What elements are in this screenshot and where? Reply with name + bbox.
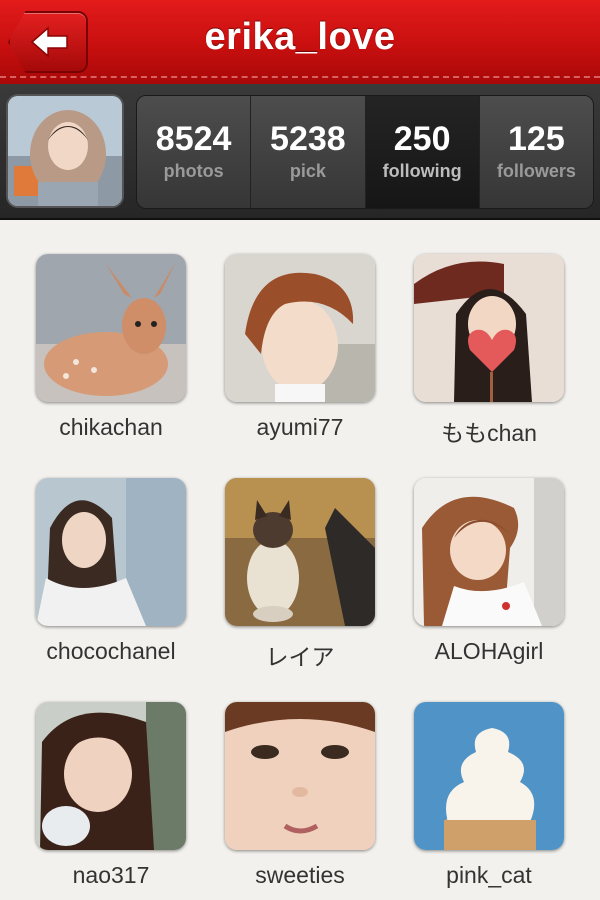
user-name: pink_cat [446,862,532,888]
user-photo[interactable] [225,254,375,402]
user-tile[interactable]: レイア [225,478,375,672]
user-name: sweeties [255,862,345,888]
profile-stats-bar: 8524 photos 5238 pick 250 following 125 … [0,84,600,220]
user-name: chocochanel [46,638,176,664]
user-photo[interactable] [36,478,186,626]
user-tile[interactable]: ももchan [414,254,564,448]
user-name: ももchan [441,420,537,446]
user-name: ALOHAgirl [434,638,544,664]
header-stitch-divider [0,76,600,78]
user-photo[interactable] [36,702,186,850]
user-name: レイア [265,644,335,670]
stat-count: 5238 [270,120,346,158]
user-photo[interactable] [225,702,375,850]
user-photo[interactable] [225,478,375,626]
stat-label: photos [163,161,224,181]
stats-group: 8524 photos 5238 pick 250 following 125 … [136,95,594,209]
profile-avatar[interactable] [8,96,122,206]
stat-followers[interactable]: 125 followers [479,96,593,208]
user-tile[interactable]: sweeties [225,702,375,889]
user-photo[interactable] [414,702,564,850]
stat-photos[interactable]: 8524 photos [137,96,252,208]
user-name: nao317 [72,862,150,888]
user-name: chikachan [59,414,163,440]
following-grid: chikachan ayumi77 ももchan chocochanel レイア… [0,220,600,900]
stat-label: followers [496,161,576,181]
user-name: ayumi77 [256,414,344,440]
stat-count: 250 [393,120,451,158]
page-title: erika_love [204,16,396,58]
user-tile[interactable]: chocochanel [36,478,186,665]
user-photo[interactable] [414,254,564,402]
user-tile[interactable]: chikachan [36,254,186,441]
stat-label: following [382,161,462,181]
stat-following[interactable]: 250 following [365,96,480,208]
user-photo[interactable] [414,478,564,626]
stat-count: 8524 [155,120,232,158]
user-tile[interactable]: ALOHAgirl [414,478,564,665]
stat-count: 125 [508,120,565,158]
user-tile[interactable]: ayumi77 [225,254,375,441]
user-tile[interactable]: pink_cat [414,702,564,889]
nav-header: erika_love [0,0,600,84]
user-tile[interactable]: nao317 [36,702,186,889]
user-photo[interactable] [36,254,186,402]
stat-pick[interactable]: 5238 pick [251,96,366,208]
stat-label: pick [289,161,326,181]
